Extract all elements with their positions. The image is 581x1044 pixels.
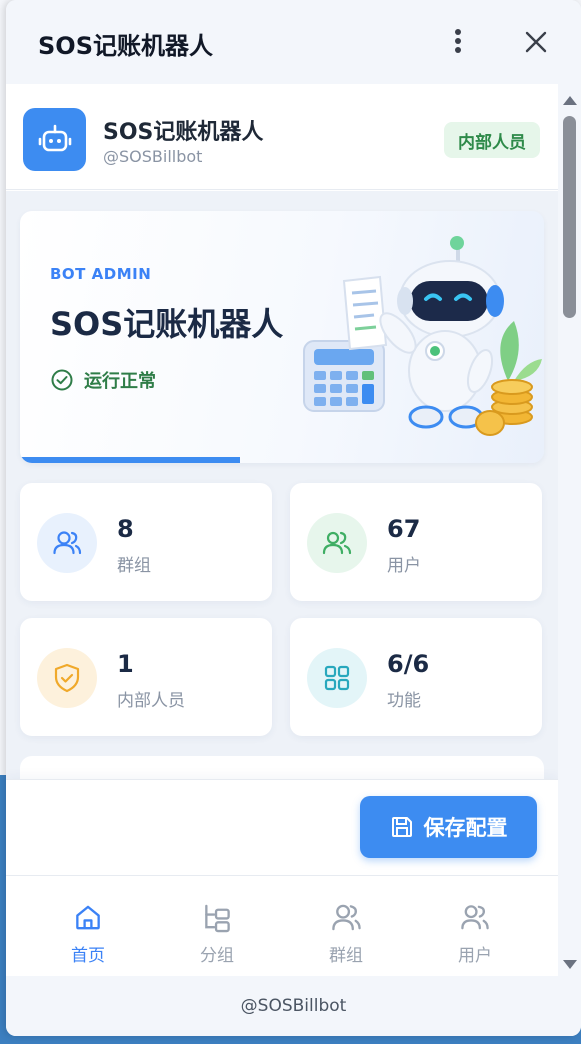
- dashboard-area: BOT ADMIN SOS记账机器人 运行正常 8 群组 67 用户 1 内部人…: [6, 191, 558, 976]
- bottom-tab-bar: 首页 分组 群组 用户: [6, 875, 558, 976]
- tab-label: 群组: [329, 946, 363, 966]
- robot-illustration: [303, 236, 542, 436]
- more-dot: [455, 47, 461, 53]
- hero-progress-bar: [20, 457, 240, 463]
- app-window: SOS记账机器人 SOS记账机器人 @SOSBillbot 内部人员 BOT A…: [6, 0, 581, 1036]
- robot-character: [379, 236, 504, 429]
- close-button[interactable]: [522, 28, 550, 56]
- tab-home[interactable]: 首页: [38, 902, 138, 966]
- title-bar: SOS记账机器人: [6, 0, 581, 84]
- bot-handle: @SOSBillbot: [103, 147, 203, 166]
- scroll-up-arrow-icon[interactable]: [563, 96, 577, 105]
- save-icon: [391, 817, 412, 837]
- more-dot: [455, 38, 461, 44]
- stat-value: 8: [117, 515, 134, 543]
- calculator-icon: [303, 340, 385, 412]
- stat-label: 内部人员: [117, 691, 185, 711]
- receipt-icon: [342, 275, 388, 351]
- status-indicator: 运行正常: [50, 367, 156, 393]
- users-icon: [53, 531, 82, 555]
- stat-value: 67: [387, 515, 421, 543]
- main-content: SOS记账机器人 @SOSBillbot 内部人员 BOT ADMIN SOS记…: [6, 84, 558, 976]
- close-icon: [525, 31, 547, 53]
- stat-value: 1: [117, 650, 134, 678]
- scrollbar[interactable]: [558, 84, 581, 976]
- footer-handle: @SOSBillbot: [240, 996, 347, 1016]
- tab-users[interactable]: 用户: [425, 902, 525, 966]
- more-dots-icon: [455, 29, 461, 35]
- stat-value: 6/6: [387, 650, 430, 678]
- home-icon: [76, 905, 100, 930]
- tab-label: 用户: [458, 946, 492, 966]
- bot-name: SOS记账机器人: [103, 120, 264, 145]
- window-title: SOS记账机器人: [38, 32, 213, 60]
- hero-title: SOS记账机器人: [50, 305, 284, 343]
- user-group-icon: [322, 531, 352, 555]
- save-button-label: 保存配置: [423, 816, 508, 840]
- role-badge: 内部人员: [444, 122, 540, 158]
- stat-label: 群组: [117, 556, 151, 576]
- bot-avatar: [23, 108, 86, 171]
- tab-label: 首页: [71, 946, 105, 966]
- tab-groups-folders[interactable]: 分组: [167, 902, 267, 966]
- users-icon: [332, 904, 361, 931]
- save-bar: 保存配置: [6, 779, 558, 875]
- bot-header: SOS记账机器人 @SOSBillbot 内部人员: [6, 84, 558, 190]
- stat-card-internal[interactable]: 1 内部人员: [20, 618, 272, 736]
- robot-icon: [38, 124, 71, 151]
- folder-tree-icon: [205, 904, 230, 933]
- stat-card-groups[interactable]: 8 群组: [20, 483, 272, 601]
- hero-kicker: BOT ADMIN: [50, 265, 152, 283]
- stat-card-features[interactable]: 6/6 功能: [290, 618, 542, 736]
- stat-icon-bg: [37, 648, 97, 708]
- scrollbar-thumb[interactable]: [563, 116, 576, 318]
- stat-label: 功能: [387, 691, 421, 711]
- status-text: 运行正常: [84, 371, 156, 392]
- stat-card-users[interactable]: 67 用户: [290, 483, 542, 601]
- footer: @SOSBillbot: [6, 976, 581, 1036]
- more-menu-button[interactable]: [446, 26, 470, 56]
- shield-check-icon: [54, 663, 80, 693]
- stat-icon-bg: [307, 648, 367, 708]
- hero-card: BOT ADMIN SOS记账机器人 运行正常: [20, 211, 544, 463]
- tab-groups[interactable]: 群组: [296, 902, 396, 966]
- save-config-button[interactable]: 保存配置: [360, 796, 537, 858]
- grid-icon: [324, 665, 350, 691]
- check-circle-icon: [51, 369, 73, 391]
- stat-icon-bg: [307, 513, 367, 573]
- scroll-down-arrow-icon[interactable]: [563, 960, 577, 969]
- tab-label: 分组: [200, 946, 234, 966]
- stat-icon-bg: [37, 513, 97, 573]
- user-group-icon: [461, 905, 489, 930]
- stat-label: 用户: [387, 556, 421, 576]
